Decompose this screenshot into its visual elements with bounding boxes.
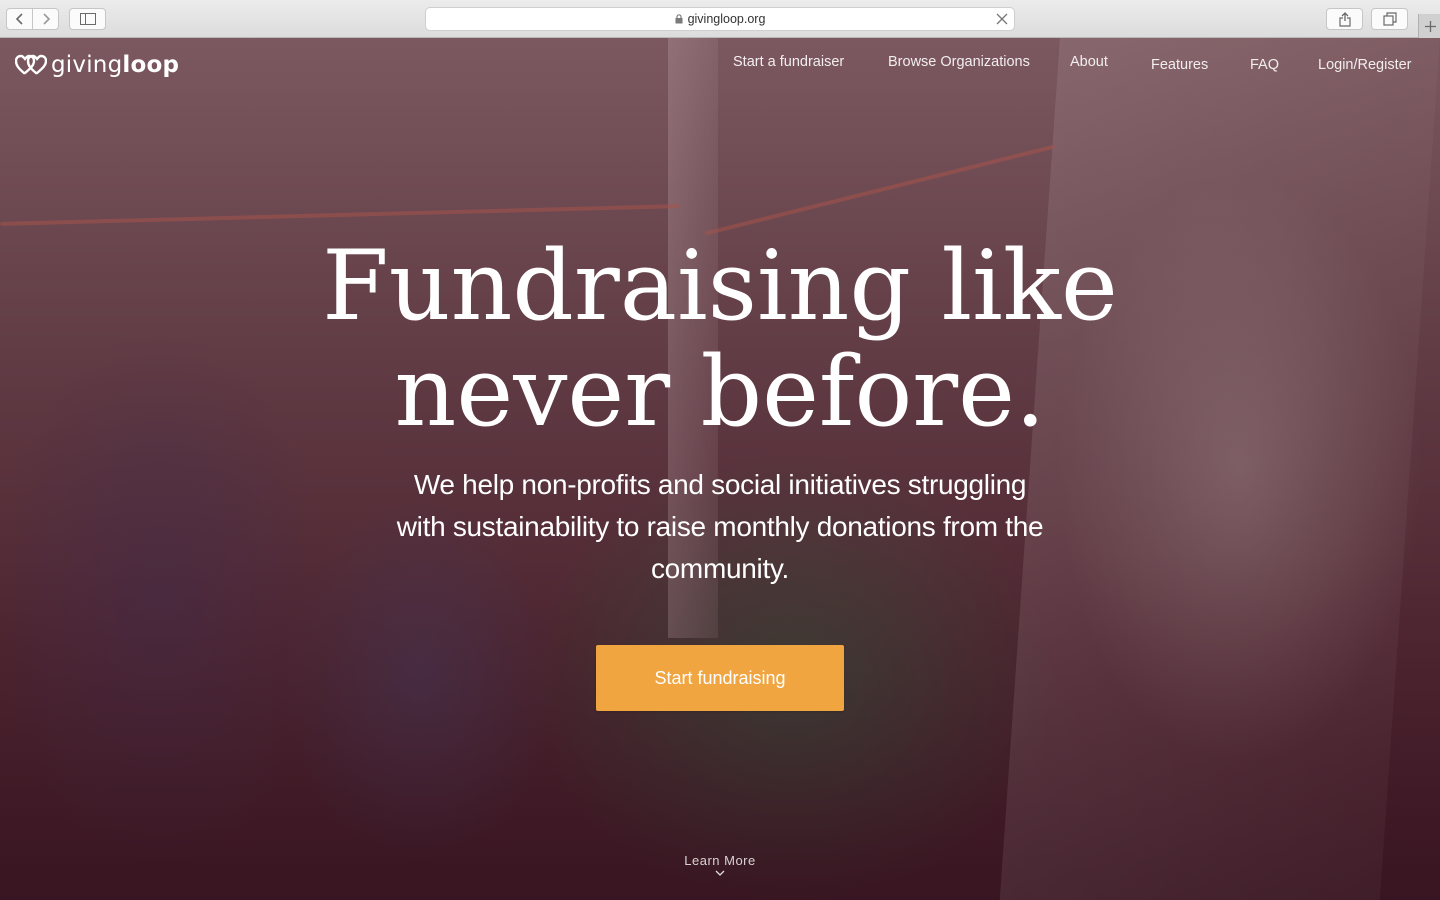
hero-section: givingloop Start a fundraiser Browse Org…	[0, 38, 1440, 900]
nav-browse-organizations[interactable]: Browse Organizations	[888, 54, 1030, 70]
tab-overview-button[interactable]	[1371, 8, 1408, 30]
site-logo[interactable]: givingloop	[15, 52, 179, 78]
logo-hearts-icon	[15, 54, 47, 75]
address-bar[interactable]: givingloop.org	[425, 7, 1015, 31]
logo-wordmark: givingloop	[51, 52, 180, 78]
nav-features[interactable]: Features	[1151, 57, 1208, 73]
forward-button[interactable]	[32, 8, 59, 30]
headline-line-1: Fundraising like	[322, 230, 1118, 342]
learn-more-link[interactable]: Learn More	[620, 853, 820, 876]
hero-headline: Fundraising like never before.	[0, 233, 1440, 445]
url-text: givingloop.org	[687, 12, 766, 26]
share-button[interactable]	[1326, 8, 1363, 30]
nav-login-register[interactable]: Login/Register	[1318, 57, 1412, 73]
sidebar-toggle-button[interactable]	[69, 8, 106, 30]
headline-line-2: never before.	[394, 336, 1046, 448]
back-button[interactable]	[6, 8, 33, 30]
chevron-down-icon	[715, 870, 725, 876]
sidebar-icon	[79, 13, 96, 25]
nav-start-fundraiser[interactable]: Start a fundraiser	[733, 54, 844, 70]
start-fundraising-button[interactable]: Start fundraising	[596, 645, 844, 711]
browser-toolbar: givingloop.org	[0, 0, 1440, 38]
plus-icon	[1424, 20, 1436, 32]
new-tab-button[interactable]	[1418, 14, 1440, 38]
nav-faq[interactable]: FAQ	[1250, 57, 1279, 73]
learn-more-label: Learn More	[684, 853, 756, 868]
tabs-icon	[1382, 12, 1397, 26]
nav-about[interactable]: About	[1070, 54, 1108, 70]
hero-subheading: We help non-profits and social initiativ…	[396, 469, 1044, 584]
lock-icon	[675, 14, 683, 24]
share-icon	[1338, 11, 1351, 27]
close-icon[interactable]	[995, 12, 1009, 29]
